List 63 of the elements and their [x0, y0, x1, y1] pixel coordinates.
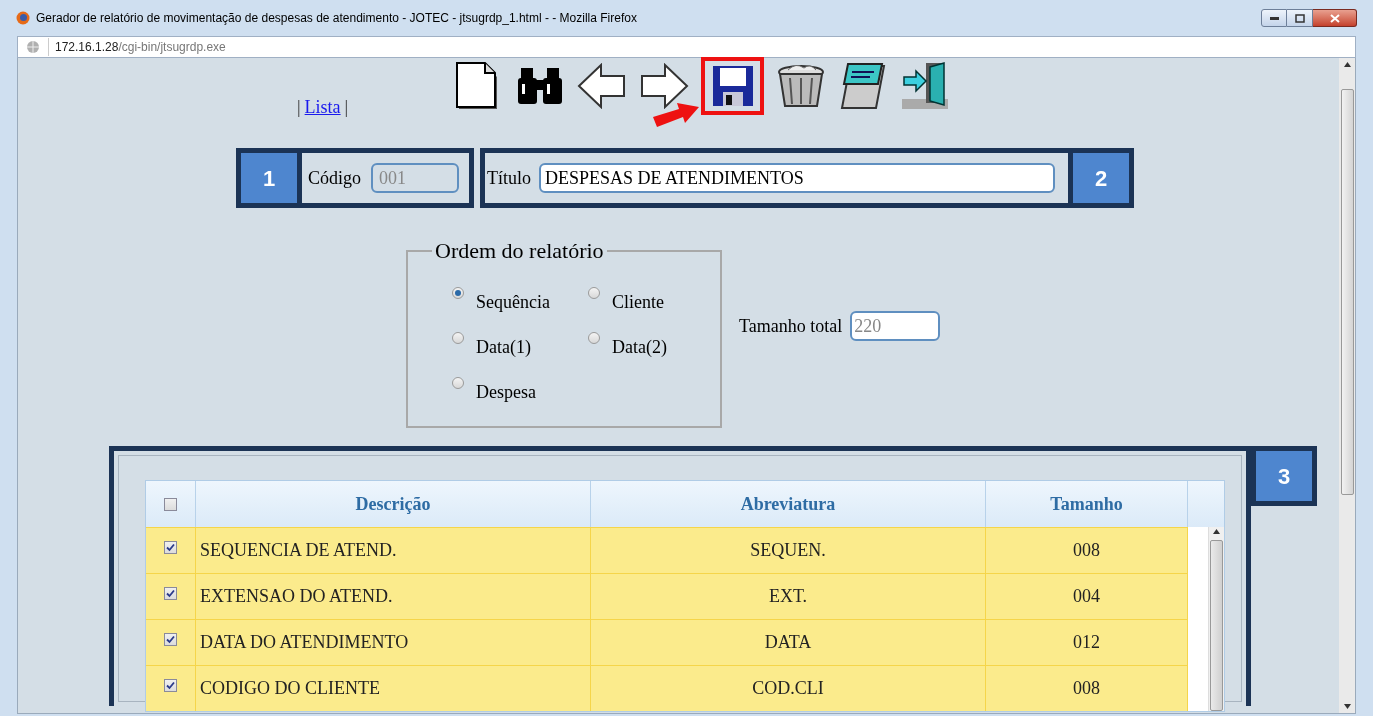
scroll-up-icon: [1213, 529, 1220, 534]
toolbar-button[interactable]: [639, 60, 689, 112]
titulo-field[interactable]: DESPESAS DE ATENDIMENTOS: [539, 163, 1055, 193]
fieldset-legend: Ordem do relatório: [432, 234, 607, 267]
checkbox[interactable]: [164, 497, 177, 511]
globe-icon: [26, 40, 40, 54]
scroll-up-icon: [1343, 62, 1351, 67]
radio-button[interactable]: [588, 287, 600, 299]
page-scrollbar[interactable]: [1339, 58, 1355, 713]
toolbar-button[interactable]: [701, 57, 764, 115]
separator-text: |: [344, 96, 349, 119]
lista-link[interactable]: Lista: [304, 94, 341, 121]
maximize-icon: [1294, 13, 1305, 23]
exit-door-icon: [900, 61, 950, 111]
minimize-button[interactable]: [1261, 9, 1287, 27]
tamanho-total-label: Tamanho total: [739, 314, 843, 338]
address-bar[interactable]: 172.16.1.28/cgi-bin/jtsugrdp.exe: [17, 36, 1356, 58]
window-title: Gerador de relatório de movimentação de despesas de atendimento - JOTEC - jtsugrdp_1.html - - Mozilla Firefox: [36, 10, 637, 27]
close-button[interactable]: [1313, 9, 1357, 27]
tamanho-total-field[interactable]: 220: [850, 311, 941, 341]
right-arrow-icon: [639, 63, 689, 109]
minimize-icon: [1269, 16, 1279, 20]
close-icon: [1329, 13, 1340, 23]
radio-button[interactable]: [452, 377, 464, 389]
checkmark-icon: [166, 681, 175, 690]
notepad-icon: [840, 62, 886, 110]
checkmark-icon: [166, 635, 175, 644]
checkmark-icon: [166, 543, 175, 552]
left-arrow-icon: [577, 63, 627, 109]
table-cell: 008: [986, 666, 1188, 711]
checkbox[interactable]: [164, 587, 177, 600]
scroll-thumb[interactable]: [1210, 540, 1223, 711]
checkbox[interactable]: [164, 541, 177, 554]
titulo-label: Título: [487, 166, 531, 190]
radio-button[interactable]: [452, 332, 464, 344]
separator-text: |: [297, 96, 301, 119]
toolbar-button[interactable]: [900, 60, 950, 112]
callout-badge: 2: [1068, 148, 1134, 208]
radio-option[interactable]: Despesa: [452, 379, 588, 406]
codigo-label: Código: [308, 166, 361, 190]
callout-badge: 1: [236, 148, 302, 208]
toolbar-button[interactable]: [577, 60, 627, 112]
trash-bin-icon: [776, 62, 826, 110]
table-scrollbar[interactable]: [1208, 527, 1224, 711]
radio-option[interactable]: Data(1): [452, 334, 588, 361]
binoculars-icon: [517, 66, 563, 106]
table-cell: COD.CLI: [591, 666, 986, 711]
radio-option[interactable]: Sequência: [452, 289, 588, 316]
checkmark-icon: [166, 589, 175, 598]
checkbox[interactable]: [164, 679, 177, 692]
maximize-button[interactable]: [1287, 9, 1313, 27]
checkbox[interactable]: [164, 633, 177, 646]
radio-option[interactable]: Cliente: [588, 289, 708, 316]
scroll-down-icon: [1343, 704, 1351, 709]
radio-button[interactable]: [452, 287, 464, 299]
radio-option[interactable]: Data(2): [588, 334, 708, 361]
firefox-icon: [16, 11, 30, 25]
url-text: 172.16.1.28/cgi-bin/jtsugrdp.exe: [48, 38, 226, 56]
radio-button[interactable]: [588, 332, 600, 344]
callout-badge: 3: [1251, 446, 1317, 506]
table-cell: CODIGO DO CLIENTE: [196, 666, 591, 711]
toolbar-button[interactable]: [838, 60, 888, 112]
scroll-thumb[interactable]: [1340, 89, 1354, 495]
